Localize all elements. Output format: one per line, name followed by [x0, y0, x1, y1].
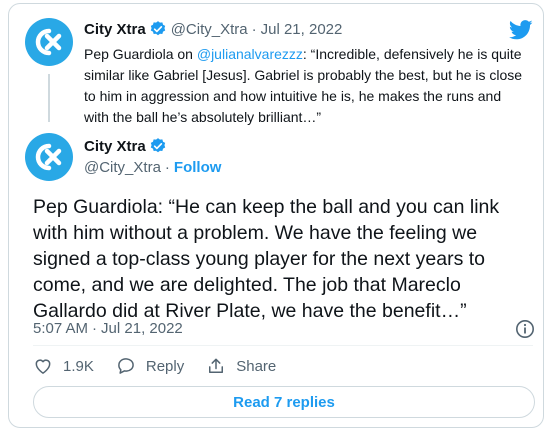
tweet-date[interactable]: Jul 21, 2022 [101, 320, 183, 337]
author-handle[interactable]: @City_Xtra [171, 21, 248, 38]
city-xtra-logo-icon [35, 143, 62, 171]
reply-button[interactable]: Reply [116, 356, 184, 376]
twitter-bird-icon[interactable] [509, 20, 533, 40]
share-button[interactable]: Share [206, 356, 276, 376]
quoted-text-prefix: Pep Guardiola on [84, 46, 197, 62]
verified-badge-icon [150, 21, 165, 36]
separator-dot: · [251, 20, 257, 38]
share-label: Share [236, 357, 277, 375]
mention-link[interactable]: @julianalvarezzz [197, 46, 303, 62]
reply-label: Reply [145, 357, 185, 375]
action-bar: 1.9K Reply Share [33, 356, 298, 376]
thread-line [48, 74, 50, 122]
main-header: City Xtra [84, 137, 167, 155]
author-handle[interactable]: @City_Xtra [84, 159, 161, 176]
verified-badge-icon [150, 138, 165, 153]
tweet-time[interactable]: 5:07 AM [33, 320, 88, 337]
tweet-text: Pep Guardiola: “He can keep the ball and… [33, 196, 500, 322]
author-name[interactable]: City Xtra [84, 21, 146, 38]
main-handle-row: @City_Xtra · Follow [84, 159, 221, 176]
divider [33, 345, 533, 346]
heart-icon [35, 359, 51, 374]
separator-dot: · [92, 320, 98, 337]
avatar[interactable] [25, 18, 73, 66]
author-name[interactable]: City Xtra [84, 138, 146, 155]
like-button[interactable]: 1.9K [33, 356, 94, 376]
share-upload-icon [209, 358, 224, 373]
follow-button[interactable]: Follow [174, 159, 222, 176]
city-xtra-logo-icon [35, 28, 62, 56]
like-count: 1.9K [63, 357, 94, 375]
avatar[interactable] [25, 133, 73, 181]
info-icon[interactable] [515, 319, 535, 339]
read-replies-button[interactable]: Read 7 replies [33, 386, 535, 418]
speech-bubble-icon [118, 358, 134, 374]
tweet-date[interactable]: Jul 21, 2022 [261, 21, 343, 38]
separator-dot: · [164, 159, 170, 176]
quoted-header: City Xtra @City_Xtra · Jul 21, 2022 [84, 20, 342, 38]
quoted-tweet-text: Pep Guardiola on @julianalvarezzz: “Incr… [84, 44, 524, 128]
tweet-timestamp[interactable]: 5:07 AM · Jul 21, 2022 [33, 320, 183, 337]
tweet-card: City Xtra @City_Xtra · Jul 21, 2022 Pep … [8, 3, 544, 428]
